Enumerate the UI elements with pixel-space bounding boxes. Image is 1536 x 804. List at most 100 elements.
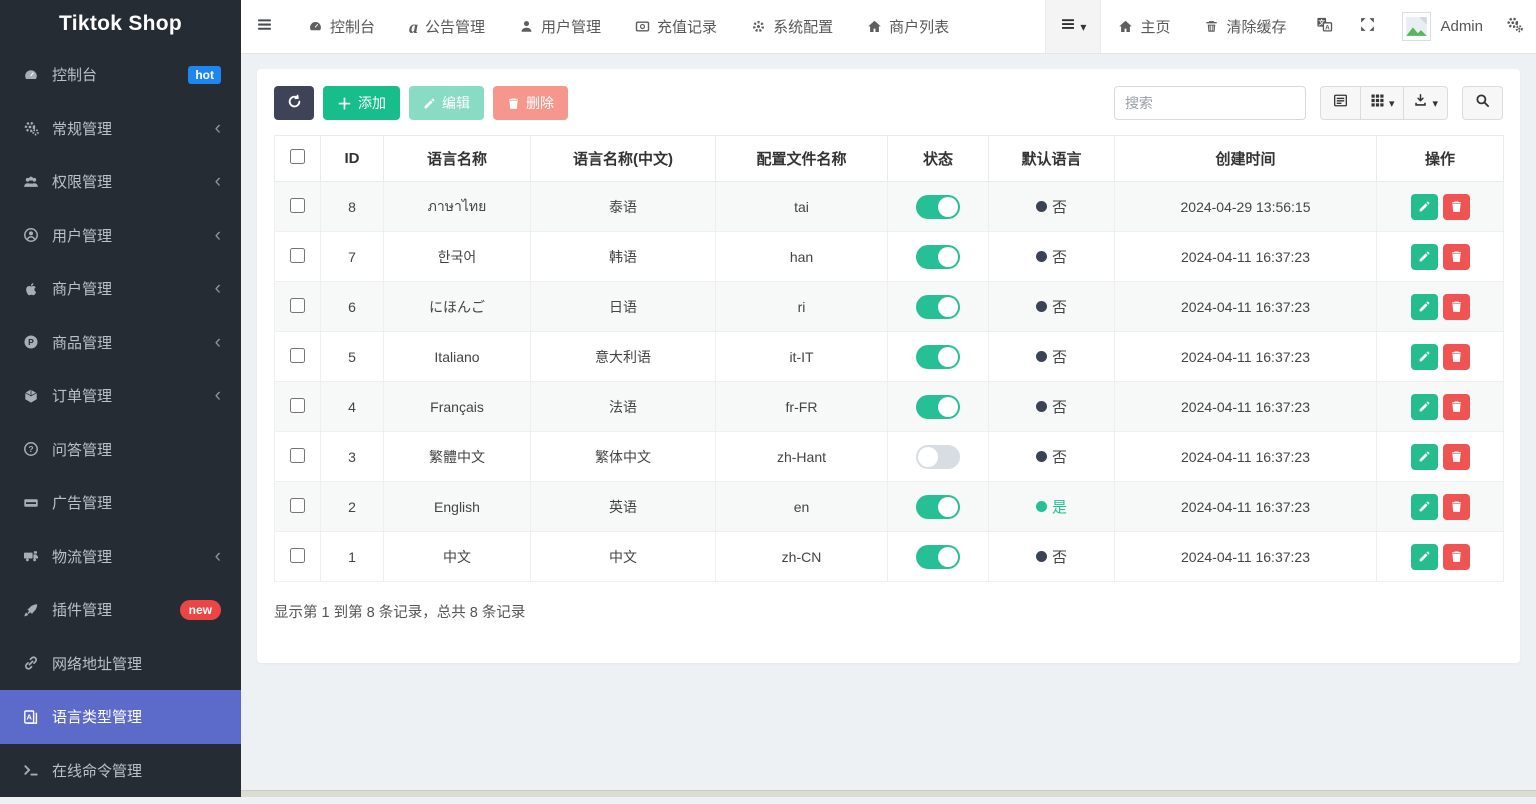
row-checkbox[interactable] bbox=[290, 298, 305, 313]
columns-button[interactable]: ▾ bbox=[1361, 86, 1405, 120]
status-toggle[interactable] bbox=[916, 245, 960, 269]
detail-view-button[interactable] bbox=[1320, 86, 1361, 120]
sidebar-item-label: 用户管理 bbox=[52, 225, 112, 246]
row-checkbox[interactable] bbox=[290, 198, 305, 213]
delete-button[interactable]: 删除 bbox=[493, 86, 568, 120]
row-edit-button[interactable] bbox=[1411, 394, 1438, 420]
table-row[interactable]: 7한국어韩语han否2024-04-11 16:37:23 bbox=[275, 232, 1504, 282]
table-row[interactable]: 2English英语en是2024-04-11 16:37:23 bbox=[275, 482, 1504, 532]
topnav-item-console[interactable]: 控制台 bbox=[291, 0, 392, 53]
row-delete-button[interactable] bbox=[1443, 294, 1470, 320]
sidebar-item-auth[interactable]: 权限管理‹ bbox=[0, 155, 241, 209]
sidebar-item-user[interactable]: 用户管理‹ bbox=[0, 209, 241, 263]
status-toggle[interactable] bbox=[916, 545, 960, 569]
sidebar-item-label: 插件管理 bbox=[52, 599, 112, 620]
column-header-config[interactable]: 配置文件名称 bbox=[716, 136, 888, 182]
column-header-created[interactable]: 创建时间 bbox=[1115, 136, 1377, 182]
row-checkbox[interactable] bbox=[290, 548, 305, 563]
row-edit-button[interactable] bbox=[1411, 444, 1438, 470]
sidebar-item-dashboard[interactable]: 控制台hot bbox=[0, 48, 241, 102]
row-edit-button[interactable] bbox=[1411, 194, 1438, 220]
table-row[interactable]: 4Français法语fr-FR否2024-04-11 16:37:23 bbox=[275, 382, 1504, 432]
column-header-default[interactable]: 默认语言 bbox=[989, 136, 1115, 182]
row-checkbox[interactable] bbox=[290, 348, 305, 363]
edit-button[interactable]: 编辑 bbox=[409, 86, 484, 120]
search-button[interactable] bbox=[1462, 86, 1503, 120]
sidebar-item-qa[interactable]: ?问答管理 bbox=[0, 423, 241, 477]
sidebar-item-addon[interactable]: 插件管理new bbox=[0, 583, 241, 637]
column-header-name[interactable]: 语言名称 bbox=[384, 136, 531, 182]
row-delete-button[interactable] bbox=[1443, 244, 1470, 270]
row-edit-button[interactable] bbox=[1411, 494, 1438, 520]
cell-id: 2 bbox=[321, 482, 384, 532]
svg-text:A: A bbox=[1326, 24, 1331, 31]
export-button[interactable]: ▾ bbox=[1404, 86, 1448, 120]
sidebar-item-logistics[interactable]: 物流管理‹ bbox=[0, 530, 241, 584]
clear-cache-button[interactable]: 清除缓存 bbox=[1187, 0, 1303, 53]
row-edit-button[interactable] bbox=[1411, 244, 1438, 270]
add-button[interactable]: ＋ 添加 bbox=[323, 86, 400, 120]
cogs-icon bbox=[21, 120, 41, 136]
sidebar-item-order[interactable]: 订单管理‹ bbox=[0, 369, 241, 423]
table-row[interactable]: 3繁體中文繁体中文zh-Hant否2024-04-11 16:37:23 bbox=[275, 432, 1504, 482]
sidebar-item-goods[interactable]: P商品管理‹ bbox=[0, 316, 241, 370]
cell-language-name: 中文 bbox=[384, 532, 531, 582]
tabs-menu-dropdown[interactable]: ▾ bbox=[1045, 0, 1101, 53]
status-toggle[interactable] bbox=[916, 295, 960, 319]
caret-down-icon: ▾ bbox=[1432, 97, 1438, 110]
search-input[interactable] bbox=[1114, 86, 1306, 120]
row-checkbox[interactable] bbox=[290, 498, 305, 513]
row-delete-button[interactable] bbox=[1443, 344, 1470, 370]
row-checkbox[interactable] bbox=[290, 248, 305, 263]
settings-button[interactable] bbox=[1493, 0, 1536, 53]
svg-text:?: ? bbox=[28, 444, 33, 454]
sidebar-item-command[interactable]: 在线命令管理 bbox=[0, 744, 241, 798]
rocket-icon bbox=[21, 602, 41, 618]
select-all-checkbox[interactable] bbox=[290, 149, 305, 164]
refresh-button[interactable] bbox=[274, 86, 314, 120]
translate-button[interactable]: 文A bbox=[1303, 0, 1346, 53]
column-header-name_cn[interactable]: 语言名称(中文) bbox=[531, 136, 716, 182]
table-row[interactable]: 1中文中文zh-CN否2024-04-11 16:37:23 bbox=[275, 532, 1504, 582]
topnav-item-notice[interactable]: a公告管理 bbox=[392, 0, 502, 53]
row-delete-button[interactable] bbox=[1443, 394, 1470, 420]
column-header-check[interactable] bbox=[275, 136, 321, 182]
topnav-item-merchants[interactable]: 商户列表 bbox=[850, 0, 966, 53]
fullscreen-button[interactable] bbox=[1346, 0, 1389, 53]
status-toggle[interactable] bbox=[916, 445, 960, 469]
topnav-item-users[interactable]: 用户管理 bbox=[502, 0, 618, 53]
username-dropdown[interactable]: Admin bbox=[1440, 0, 1493, 53]
cell-created-time: 2024-04-11 16:37:23 bbox=[1115, 432, 1377, 482]
column-header-id[interactable]: ID bbox=[321, 136, 384, 182]
sidebar-item-url[interactable]: 网络地址管理 bbox=[0, 637, 241, 691]
row-delete-button[interactable] bbox=[1443, 194, 1470, 220]
sidebar-item-merchant[interactable]: 商户管理‹ bbox=[0, 262, 241, 316]
status-toggle[interactable] bbox=[916, 195, 960, 219]
status-toggle[interactable] bbox=[916, 495, 960, 519]
sidebar-item-general[interactable]: 常规管理‹ bbox=[0, 102, 241, 156]
topnav-item-recharge[interactable]: 充值记录 bbox=[618, 0, 734, 53]
topnav-item-sysconf[interactable]: 系统配置 bbox=[734, 0, 850, 53]
column-header-status[interactable]: 状态 bbox=[888, 136, 989, 182]
row-edit-button[interactable] bbox=[1411, 344, 1438, 370]
cell-created-time: 2024-04-29 13:56:15 bbox=[1115, 182, 1377, 232]
column-header-ops[interactable]: 操作 bbox=[1377, 136, 1504, 182]
user-avatar-button[interactable] bbox=[1389, 0, 1440, 53]
home-link[interactable]: 主页 bbox=[1101, 0, 1187, 53]
row-edit-button[interactable] bbox=[1411, 544, 1438, 570]
table-row[interactable]: 5Italiano意大利语it-IT否2024-04-11 16:37:23 bbox=[275, 332, 1504, 382]
table-row[interactable]: 8ภาษาไทย泰语tai否2024-04-29 13:56:15 bbox=[275, 182, 1504, 232]
sidebar-item-ad[interactable]: 广告管理 bbox=[0, 476, 241, 530]
status-toggle[interactable] bbox=[916, 345, 960, 369]
table-row[interactable]: 6にほんご日语ri否2024-04-11 16:37:23 bbox=[275, 282, 1504, 332]
row-delete-button[interactable] bbox=[1443, 544, 1470, 570]
status-toggle[interactable] bbox=[916, 395, 960, 419]
row-delete-button[interactable] bbox=[1443, 444, 1470, 470]
row-checkbox[interactable] bbox=[290, 398, 305, 413]
row-delete-button[interactable] bbox=[1443, 494, 1470, 520]
sidebar-collapse-button[interactable] bbox=[241, 0, 291, 53]
topnav-item-label: 商户列表 bbox=[889, 16, 949, 37]
row-checkbox[interactable] bbox=[290, 448, 305, 463]
sidebar-item-language[interactable]: A语言类型管理 bbox=[0, 690, 241, 744]
row-edit-button[interactable] bbox=[1411, 294, 1438, 320]
